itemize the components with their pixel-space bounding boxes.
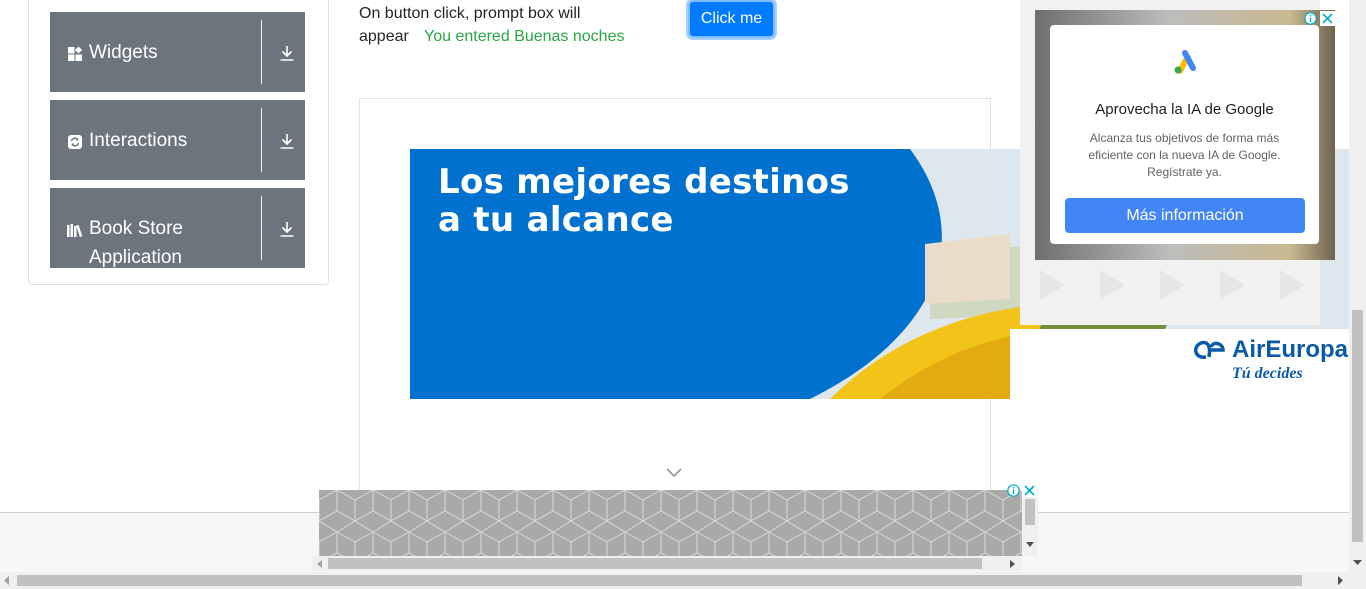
scrollbar-thumb[interactable] bbox=[1352, 310, 1363, 542]
chevron-down-icon[interactable] bbox=[666, 466, 682, 478]
banner-brand: AirEuropa bbox=[1232, 336, 1349, 363]
close-ad-icon[interactable] bbox=[1320, 11, 1335, 26]
bottom-ad-horizontal-scrollbar[interactable] bbox=[312, 556, 1022, 571]
sidebar-group-label: Book Store Application bbox=[89, 218, 183, 268]
prompt-result-text: You entered Buenas noches bbox=[424, 28, 625, 45]
divider bbox=[261, 108, 262, 172]
page: Widgets Interactions Book Store Applicat… bbox=[0, 0, 1366, 589]
divider bbox=[261, 20, 262, 84]
download-arrow-icon[interactable] bbox=[278, 220, 296, 238]
banner-tagline: Tú decides bbox=[1232, 365, 1303, 382]
scroll-down-arrow-icon[interactable] bbox=[1026, 542, 1034, 548]
side-ad-cta-button[interactable]: Más información bbox=[1065, 198, 1305, 233]
page-horizontal-scrollbar[interactable] bbox=[0, 572, 1366, 589]
page-vertical-scrollbar[interactable] bbox=[1349, 0, 1366, 574]
side-ad-body: Alcanza tus objetivos de forma más efici… bbox=[1088, 131, 1281, 179]
close-ad-icon[interactable] bbox=[1022, 483, 1037, 498]
scrollbar-thumb[interactable] bbox=[1025, 499, 1035, 525]
side-ad-title: Aprovecha la IA de Google bbox=[1095, 101, 1274, 118]
adchoices-info-icon[interactable] bbox=[1006, 483, 1021, 498]
widgets-icon bbox=[66, 45, 84, 63]
scroll-right-arrow-icon[interactable] bbox=[1010, 560, 1016, 568]
sidebar-group-interactions[interactable]: Interactions bbox=[50, 100, 305, 180]
google-ads-ad[interactable]: Aprovecha la IA de Google Alcanza tus ob… bbox=[1035, 10, 1335, 260]
sticky-bottom-ad[interactable] bbox=[319, 490, 1022, 556]
divider bbox=[261, 196, 262, 260]
interactions-icon bbox=[66, 133, 84, 151]
scrollbar-thumb[interactable] bbox=[17, 575, 1302, 586]
download-arrow-icon[interactable] bbox=[278, 44, 296, 62]
google-ads-logo-icon bbox=[1174, 50, 1196, 74]
banner-headline-line2: a tu alcance bbox=[438, 200, 674, 240]
book-store-icon bbox=[66, 221, 84, 239]
scroll-right-arrow-icon[interactable] bbox=[1338, 576, 1344, 585]
adchoices-info-icon[interactable] bbox=[1303, 11, 1318, 26]
scroll-left-arrow-icon[interactable] bbox=[4, 576, 10, 585]
scrollbar-thumb[interactable] bbox=[328, 558, 982, 569]
aireuropa-logo-icon bbox=[1193, 340, 1225, 359]
prompt-click-me-button[interactable]: Click me bbox=[688, 0, 775, 38]
banner-headline-line1: Los mejores destinos bbox=[438, 162, 850, 202]
download-arrow-icon[interactable] bbox=[278, 132, 296, 150]
sidebar-group-label: Widgets bbox=[89, 42, 158, 63]
banner-headline: Los mejores destinos a tu alcance bbox=[438, 163, 858, 239]
bottom-ad-vertical-scrollbar[interactable] bbox=[1022, 497, 1038, 556]
scroll-down-arrow-icon[interactable] bbox=[1353, 560, 1362, 566]
sidebar-group-widgets[interactable]: Widgets bbox=[50, 12, 305, 92]
sidebar-group-book-store[interactable]: Book Store Application bbox=[50, 188, 305, 268]
scroll-left-arrow-icon[interactable] bbox=[317, 560, 323, 568]
bottom-ad-pattern bbox=[319, 490, 1022, 556]
sidebar-group-label: Interactions bbox=[89, 130, 188, 151]
google-ads-card: Aprovecha la IA de Google Alcanza tus ob… bbox=[1050, 25, 1319, 244]
